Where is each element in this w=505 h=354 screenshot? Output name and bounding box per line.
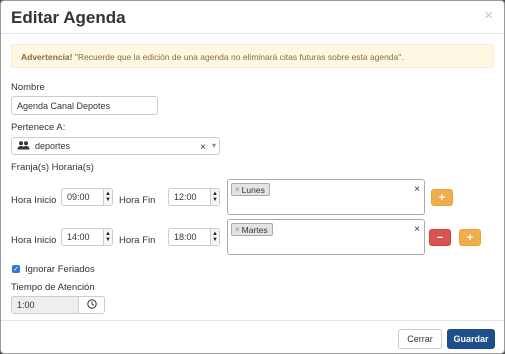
alert-strong: Advertencia! [21,52,73,62]
guardar-button[interactable]: Guardar [447,329,495,349]
hora-fin-input[interactable]: 12:00 ▲ ▼ [168,188,220,206]
tiempo-input[interactable]: 1:00 [11,296,79,314]
ignorar-feriados-label: Ignorar Feriados [25,264,95,275]
franjas-label: Franja(s) Horaria(s) [11,162,94,173]
modal-header: Editar Agenda × [1,1,504,34]
clock-button[interactable] [79,296,105,314]
caret-down-icon[interactable]: ▾ [212,141,216,150]
add-franja-button[interactable]: + [459,229,481,246]
hora-fin-label: Hora Fin [119,235,156,246]
nombre-label: Nombre [11,82,45,93]
remove-tag-icon[interactable]: × [235,225,240,234]
warning-alert: Advertencia! "Recuerde que la edición de… [11,44,494,68]
tiempo-label: Tiempo de Atención [11,282,95,293]
spinner-icon[interactable]: ▲ ▼ [103,229,112,245]
add-franja-button[interactable]: + [431,189,453,206]
hora-inicio-label: Hora Inicio [11,235,57,246]
day-tag: × Lunes [231,183,270,196]
hora-inicio-input[interactable]: 09:00 ▲ ▼ [61,188,113,206]
remove-franja-button[interactable]: − [429,229,451,246]
day-tag-label: Lunes [241,184,265,195]
edit-agenda-modal: Editar Agenda × Advertencia! "Recuerde q… [0,0,505,354]
cerrar-button[interactable]: Cerrar [398,329,442,349]
spinner-icon[interactable]: ▲ ▼ [210,229,219,245]
hora-inicio-value: 09:00 [67,192,90,202]
hora-fin-value: 12:00 [174,192,197,202]
modal-title: Editar Agenda [11,8,126,27]
nombre-input[interactable]: Agenda Canal Depotes [11,96,158,115]
hora-inicio-input[interactable]: 14:00 ▲ ▼ [61,228,113,246]
hora-inicio-value: 14:00 [67,232,90,242]
pertenece-label: Pertenece A: [11,122,66,133]
days-select[interactable]: × Martes × [227,219,425,255]
clear-icon[interactable]: × [414,184,420,195]
users-icon [17,140,30,152]
spinner-icon[interactable]: ▲ ▼ [210,189,219,205]
pertenece-select[interactable]: deportes × ▾ [11,137,220,155]
ignorar-feriados-checkbox[interactable]: ✓ [12,265,20,273]
clear-icon[interactable]: × [414,224,420,235]
close-icon[interactable]: × [484,8,493,23]
pertenece-value: deportes [35,141,71,151]
clock-icon [86,298,97,312]
spinner-icon[interactable]: ▲ ▼ [103,189,112,205]
hora-fin-value: 18:00 [174,232,197,242]
nombre-value: Agenda Canal Depotes [17,100,111,111]
clear-icon[interactable]: × [200,142,206,153]
hora-inicio-label: Hora Inicio [11,195,57,206]
hora-fin-label: Hora Fin [119,195,156,206]
days-select[interactable]: × Lunes × [227,179,425,215]
remove-tag-icon[interactable]: × [235,185,240,194]
day-tag-label: Martes [241,224,268,235]
day-tag: × Martes [231,223,273,236]
alert-text: "Recuerde que la edición de una agenda n… [72,52,404,62]
hora-fin-input[interactable]: 18:00 ▲ ▼ [168,228,220,246]
tiempo-value: 1:00 [17,300,35,310]
